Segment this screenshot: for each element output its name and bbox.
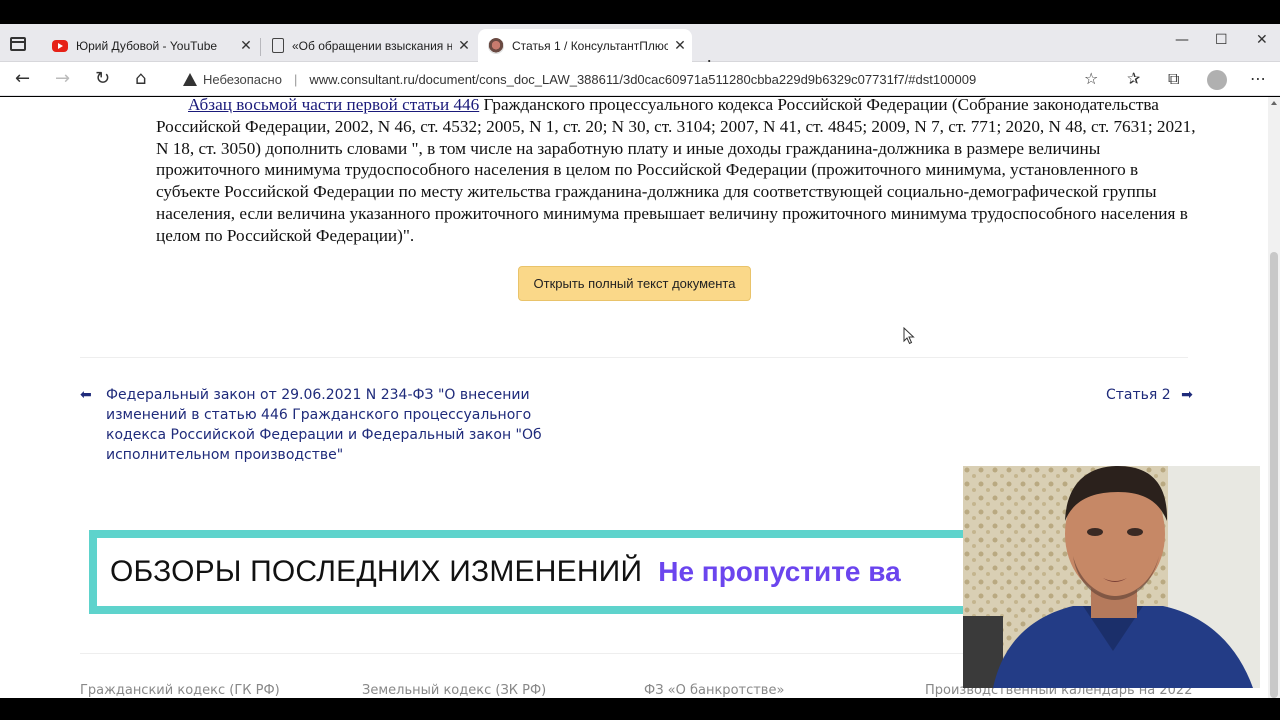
footer-link[interactable]: Земельный кодекс (ЗК РФ) — [362, 683, 546, 698]
collections-icon[interactable]: ⧉ — [1168, 69, 1179, 89]
banner-content: ОБЗОРЫ ПОСЛЕДНИХ ИЗМЕНЕНИЙ Не пропустите… — [97, 538, 989, 606]
scrollbar-thumb[interactable] — [1270, 252, 1278, 698]
screen-top-border — [0, 0, 1280, 24]
tab-youtube[interactable]: Юрий Дубовой - YouTube ✕ — [42, 29, 258, 62]
profile-icon[interactable] — [1207, 70, 1227, 90]
divider — [80, 357, 1188, 358]
url-field[interactable]: Небезопасно | www.consultant.ru/document… — [170, 65, 1110, 93]
presenter-video — [963, 466, 1260, 688]
changes-banner[interactable]: ОБЗОРЫ ПОСЛЕДНИХ ИЗМЕНЕНИЙ Не пропустите… — [89, 530, 989, 614]
next-article-text[interactable]: Статья 2 — [1106, 387, 1171, 403]
webcam-overlay — [963, 466, 1260, 688]
footer-link[interactable]: ФЗ «О банкротстве» — [644, 683, 784, 698]
add-favorite-icon[interactable]: ☆ — [1084, 69, 1098, 88]
article-body: Гражданского процессуального кодекса Рос… — [156, 97, 1196, 245]
close-icon[interactable]: ✕ — [668, 37, 692, 54]
banner-main-text: ОБЗОРЫ ПОСЛЕДНИХ ИЗМЕНЕНИЙ — [110, 555, 643, 588]
forward-icon[interactable]: → — [55, 68, 70, 89]
prev-document-text[interactable]: Федеральный закон от 29.06.2021 N 234-ФЗ… — [106, 385, 560, 465]
footer-link[interactable]: Гражданский кодекс (ГК РФ) — [80, 683, 280, 698]
tab-title: Юрий Дубовой - YouTube — [76, 38, 218, 53]
window-close-icon[interactable]: ✕ — [1256, 32, 1268, 48]
article-text: Абзац восьмой части первой статьи 446 Гр… — [156, 97, 1196, 247]
article-link[interactable]: Абзац восьмой части первой статьи 446 — [188, 97, 479, 114]
arrow-left-icon: ⬅ — [80, 387, 92, 403]
warning-icon — [183, 72, 197, 86]
close-icon[interactable]: ✕ — [234, 37, 258, 54]
home-icon[interactable]: ⌂ — [135, 68, 146, 89]
next-article-link[interactable]: Статья 2 ➡ — [1106, 385, 1193, 405]
tab-actions-icon[interactable] — [10, 37, 26, 51]
document-icon — [272, 38, 284, 53]
reload-icon[interactable]: ↻ — [95, 68, 110, 89]
tab-separator — [260, 38, 261, 56]
tab-strip: Юрий Дубовой - YouTube ✕ «Об обращении в… — [0, 24, 1280, 79]
scroll-up-icon[interactable] — [1271, 101, 1277, 105]
minimize-icon[interactable]: — — [1175, 32, 1189, 48]
tab-title: «Об обращении взыскания на — [292, 38, 452, 53]
tab-consultant[interactable]: Статья 1 / КонсультантПлюс ✕ — [478, 29, 692, 62]
url-separator: | — [293, 71, 298, 87]
prev-document-link[interactable]: ⬅ Федеральный закон от 29.06.2021 N 234-… — [80, 385, 560, 465]
menu-icon[interactable]: ⋯ — [1250, 69, 1266, 88]
close-icon[interactable]: ✕ — [452, 37, 476, 54]
security-label[interactable]: Небезопасно — [203, 72, 282, 87]
banner-accent-text: Не пропустите ва — [658, 556, 901, 587]
youtube-icon — [52, 39, 68, 52]
arrow-right-icon: ➡ — [1181, 387, 1193, 403]
favorites-icon[interactable]: ✰ — [1127, 69, 1140, 88]
url-text[interactable]: www.consultant.ru/document/cons_doc_LAW_… — [309, 72, 976, 87]
screen-bottom-border — [0, 698, 1280, 720]
address-bar: ← → ↻ ⌂ Небезопасно | www.consultant.ru/… — [0, 62, 1280, 96]
consultant-icon — [488, 37, 504, 54]
maximize-icon[interactable]: ☐ — [1215, 32, 1228, 48]
back-icon[interactable]: ← — [15, 68, 30, 89]
open-full-text-button[interactable]: Открыть полный текст документа — [518, 266, 751, 301]
page-scrollbar[interactable] — [1268, 97, 1280, 698]
tab-title: Статья 1 / КонсультантПлюс — [512, 38, 668, 53]
tab-document[interactable]: «Об обращении взыскания на ✕ — [262, 29, 476, 62]
